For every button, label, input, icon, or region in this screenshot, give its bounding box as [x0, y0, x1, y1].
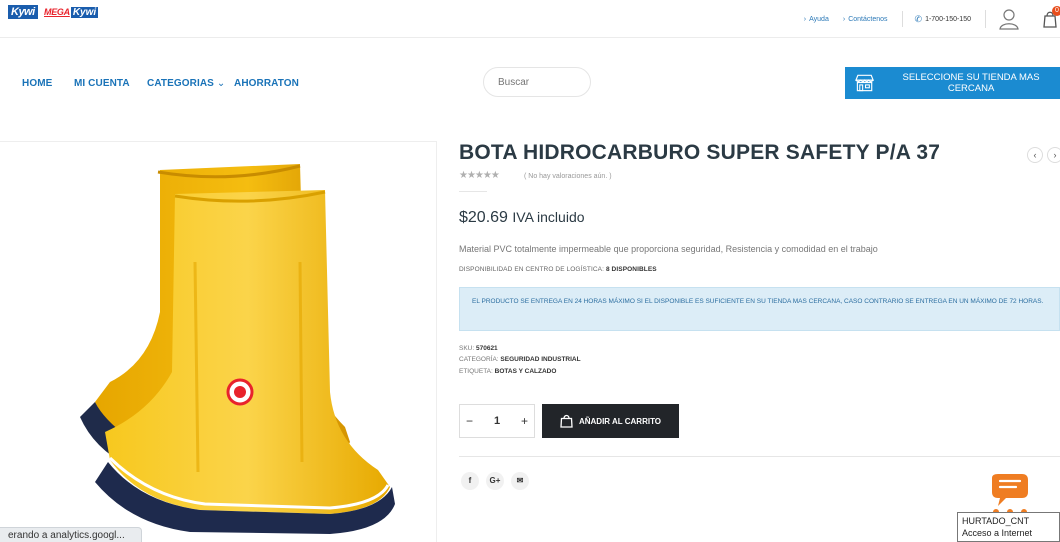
contact-link[interactable]: › Contáctenos: [843, 16, 888, 23]
tag: ETIQUETA: BOTAS Y CALZADO: [459, 368, 556, 375]
sku: SKU: 570621: [459, 345, 498, 352]
cart-button[interactable]: 0: [1042, 6, 1060, 28]
top-bar: Kywi MEGA Kywi › Ayuda › Contáctenos ✆ 1-70…: [0, 0, 1060, 38]
cart-count-badge: 0: [1052, 6, 1060, 16]
sku-label: SKU:: [459, 345, 475, 352]
delivery-notice: EL PRODUCTO SE ENTREGA EN 24 HORAS MÁXIM…: [459, 287, 1060, 331]
next-product-button[interactable]: ›: [1047, 147, 1060, 163]
shopping-bag-icon: [560, 414, 573, 428]
nav-item-categorias[interactable]: CATEGORIAS ⌄: [147, 78, 225, 89]
select-store-button[interactable]: SELECCIONE SU TIENDA MAS CERCANA: [845, 67, 1060, 99]
network-tooltip: HURTADO_CNT Acceso a Internet: [957, 512, 1060, 542]
nav-item-mi-cuenta[interactable]: MI CUENTA: [74, 78, 130, 89]
contact-link-label: Contáctenos: [848, 15, 888, 23]
top-links: › Ayuda › Contáctenos ✆ 1-700-150-150 0: [804, 0, 1060, 38]
email-share-button[interactable]: ✉: [511, 472, 529, 490]
mega-logo-text: MEGA: [44, 7, 70, 17]
price-value: $20.69: [459, 209, 508, 226]
divider: [459, 191, 487, 192]
yellow-boot-image: [80, 164, 395, 534]
product-description: Material PVC totalmente impermeable que …: [459, 244, 878, 254]
nav-item-categorias-label: CATEGORIAS: [147, 78, 214, 89]
rating-text: ( No hay valoraciones aún. ): [524, 173, 612, 180]
add-to-cart-button[interactable]: AÑADIR AL CARRITO: [542, 404, 679, 438]
quantity-input[interactable]: 1: [494, 415, 500, 427]
category: CATEGORÍA: SEGURIDAD INDUSTRIAL: [459, 356, 581, 363]
tag-link[interactable]: BOTAS Y CALZADO: [495, 368, 557, 375]
divider: [459, 456, 1060, 457]
user-icon[interactable]: [998, 8, 1020, 30]
nav-item-ahorraton[interactable]: AHORRATON: [234, 78, 299, 89]
help-link-label: Ayuda: [809, 15, 829, 23]
google-plus-share-button[interactable]: G+: [486, 472, 504, 490]
select-store-label: SELECCIONE SU TIENDA MAS CERCANA: [902, 72, 1040, 94]
add-to-cart-label: AÑADIR AL CARRITO: [578, 416, 662, 426]
chevron-right-icon: ›: [842, 15, 846, 23]
product-image[interactable]: [0, 141, 437, 542]
help-link[interactable]: › Ayuda: [804, 16, 829, 23]
category-link[interactable]: SEGURIDAD INDUSTRIAL: [500, 356, 580, 363]
divider: [985, 10, 986, 28]
kywi-logo[interactable]: Kywi: [8, 4, 38, 20]
tooltip-line-1: HURTADO_CNT: [962, 516, 1030, 526]
store-icon: [855, 74, 875, 92]
prev-product-button[interactable]: ‹: [1027, 147, 1043, 163]
tooltip-line-2: Acceso a Internet: [962, 528, 1033, 538]
product-price: $20.69 IVA incluido: [459, 209, 585, 227]
facebook-share-button[interactable]: f: [461, 472, 479, 490]
category-label: CATEGORÍA:: [459, 356, 499, 363]
megakywi-logo-text: Kywi: [70, 6, 99, 18]
kywi-logo-text: Kywi: [8, 5, 38, 19]
phone-text: 1-700-150-150: [925, 15, 971, 23]
chevron-down-icon: ⌄: [216, 78, 226, 89]
increase-quantity-button[interactable]: +: [521, 414, 528, 428]
product-title: BOTA HIDROCARBURO SUPER SAFETY P/A 37: [459, 141, 941, 164]
phone-number: ✆ 1-700-150-150: [901, 11, 971, 27]
chat-widget-icon[interactable]: [986, 474, 1034, 514]
search-input[interactable]: [483, 67, 591, 97]
decrease-quantity-button[interactable]: −: [466, 414, 473, 428]
chevron-right-icon: ›: [803, 15, 807, 23]
quantity-stepper: − 1 +: [459, 404, 535, 438]
phone-icon: ✆: [914, 13, 923, 24]
availability-label: DISPONIBILIDAD EN CENTRO DE LOGÍSTICA:: [459, 266, 605, 273]
availability-value: 8 DISPONIBLES: [605, 266, 657, 273]
price-suffix: IVA incluido: [512, 209, 585, 225]
rating-stars: ★★★★★: [459, 170, 500, 181]
availability: DISPONIBILIDAD EN CENTRO DE LOGÍSTICA: 8…: [459, 266, 657, 273]
browser-status-bar: erando a analytics.googl...: [0, 527, 142, 542]
tag-label: ETIQUETA:: [459, 368, 493, 375]
sku-value: 570621: [475, 345, 498, 352]
nav-item-home[interactable]: HOME: [22, 78, 52, 89]
megakywi-logo[interactable]: MEGA Kywi: [44, 4, 99, 20]
